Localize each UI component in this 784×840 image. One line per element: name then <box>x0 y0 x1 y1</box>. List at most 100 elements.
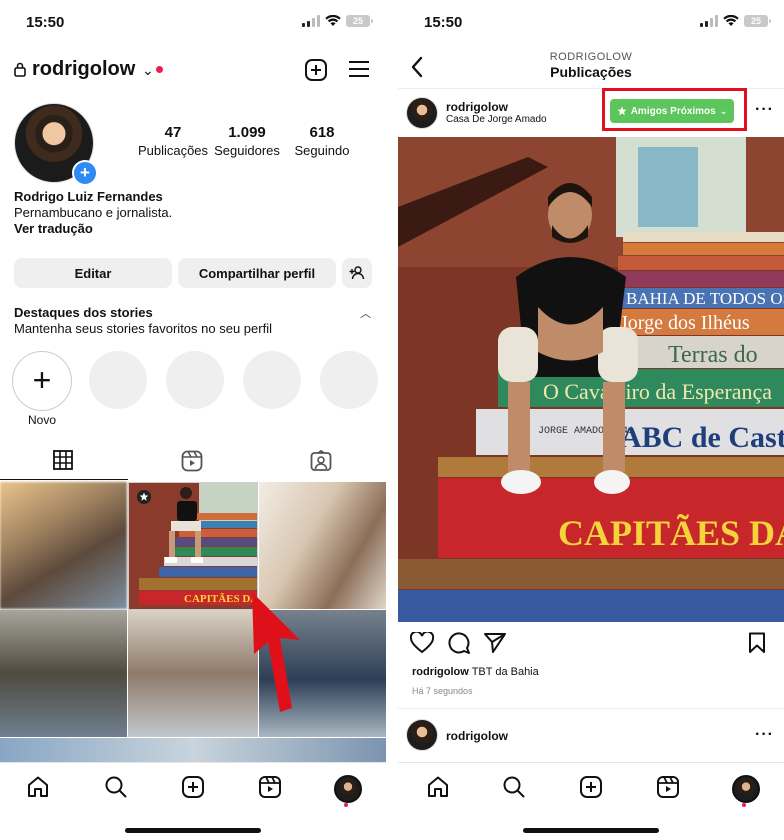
collapse-chevron-icon[interactable]: ︿ <box>360 305 371 321</box>
stat-posts-number: 47 <box>164 124 182 141</box>
post-location[interactable]: Casa De Jorge Amado <box>446 114 547 125</box>
caption-text: TBT da Bahia <box>471 666 539 678</box>
highlights-subtitle: Mantenha seus stories favoritos no seu p… <box>14 321 272 336</box>
battery-icon: 25 <box>744 15 771 27</box>
grid-tab-icon[interactable] <box>53 450 73 470</box>
close-friends-star-icon <box>137 490 151 504</box>
photo-step-text: ABC de Castro Alves <box>620 421 784 454</box>
stat-followers-label: Seguidores <box>214 143 280 158</box>
notification-dot <box>344 803 348 807</box>
share-profile-button[interactable]: Compartilhar perfil <box>178 258 336 288</box>
home-indicator <box>523 828 659 833</box>
caption-username[interactable]: rodrigolow <box>412 666 469 678</box>
profile-header: rodrigolow ⌄ <box>14 56 372 84</box>
bio-text: Pernambucano e jornalista. <box>14 205 173 220</box>
status-bar: 15:50 25 <box>398 0 784 44</box>
divider <box>398 708 784 709</box>
post-author-username[interactable]: rodrigolow <box>446 100 508 114</box>
photo-step-text: O Cavaleiro da Esperança <box>543 379 772 404</box>
highlight-placeholder <box>166 351 224 409</box>
post-thumbnail-highlighted[interactable]: CAPITÃES DA <box>128 482 258 610</box>
highlight-placeholder <box>89 351 147 409</box>
next-post-avatar[interactable] <box>406 719 438 751</box>
profile-tabs <box>0 446 386 478</box>
highlights-title: Destaques dos stories <box>14 305 153 320</box>
status-time: 15:50 <box>26 14 65 31</box>
profile-nav-avatar[interactable] <box>334 775 362 803</box>
post-photo[interactable]: BAHIA DE TODOS OS SANTOS Jorge dos Ilhéu… <box>398 137 784 622</box>
post-thumbnail-row[interactable] <box>0 738 386 762</box>
home-icon[interactable] <box>26 775 50 799</box>
photo-step-text: BAHIA DE TODOS OS SANTOS <box>626 289 784 308</box>
photo-step-text: CAPITÃES DA <box>558 513 784 553</box>
search-icon[interactable] <box>104 775 128 799</box>
create-icon[interactable] <box>579 775 603 799</box>
post-thumbnail[interactable] <box>0 610 127 737</box>
menu-icon[interactable] <box>348 58 370 80</box>
stat-following-label: Seguindo <box>294 143 350 158</box>
notification-dot <box>156 66 163 73</box>
signal-icon <box>302 15 320 27</box>
tagged-tab-icon[interactable] <box>310 450 332 472</box>
wifi-icon <box>723 15 739 26</box>
post-caption: rodrigolow TBT da Bahia <box>412 666 539 678</box>
create-icon[interactable] <box>181 775 205 799</box>
create-post-icon[interactable] <box>304 58 328 82</box>
see-translation-link[interactable]: Ver tradução <box>14 221 172 237</box>
add-story-icon[interactable]: + <box>72 160 98 186</box>
save-bookmark-icon[interactable] <box>748 632 766 654</box>
search-icon[interactable] <box>502 775 526 799</box>
profile-screen: 15:50 25 rodrigolow ⌄ + 47 Publicações 1… <box>0 0 386 840</box>
bottom-nav <box>398 762 784 840</box>
active-tab-indicator <box>0 479 128 480</box>
bio-section: Rodrigo Luiz Fernandes Pernambucano e jo… <box>14 189 172 237</box>
full-name: Rodrigo Luiz Fernandes <box>14 189 163 204</box>
stat-followers[interactable]: 1.099 Seguidores <box>207 124 287 158</box>
notification-dot <box>742 803 746 807</box>
screens-divider <box>386 0 398 840</box>
signal-icon <box>700 15 718 27</box>
battery-icon: 25 <box>346 15 373 27</box>
post-thumbnail[interactable] <box>128 610 258 737</box>
comment-icon[interactable] <box>448 632 470 654</box>
stat-followers-number: 1.099 <box>228 124 266 141</box>
more-options-icon[interactable]: ··· <box>755 101 774 119</box>
like-heart-icon[interactable] <box>410 632 434 654</box>
share-send-icon[interactable] <box>484 632 506 654</box>
post-author-avatar[interactable] <box>406 97 438 129</box>
photo-step-text: Jorge dos Ilhéus <box>620 312 750 334</box>
pointer-arrow-icon <box>252 592 300 712</box>
more-options-icon[interactable]: ··· <box>755 726 774 744</box>
chevron-down-icon[interactable]: ⌄ <box>142 62 154 79</box>
bottom-nav <box>0 762 386 840</box>
profile-nav-avatar[interactable] <box>732 775 760 803</box>
profile-username[interactable]: rodrigolow <box>32 58 135 81</box>
posts-grid: CAPITÃES DA <box>0 482 386 762</box>
reels-icon[interactable] <box>656 775 680 799</box>
post-photo-image: BAHIA DE TODOS OS SANTOS Jorge dos Ilhéu… <box>398 137 784 622</box>
stat-following-number: 618 <box>309 124 335 141</box>
status-bar: 15:50 25 <box>0 0 386 44</box>
highlight-annotation-box <box>602 88 747 131</box>
status-time: 15:50 <box>424 14 463 31</box>
add-person-icon <box>349 266 365 280</box>
stat-following[interactable]: 618 Seguindo <box>282 124 362 158</box>
discover-people-button[interactable] <box>342 258 372 288</box>
stat-posts[interactable]: 47 Publicações <box>133 124 213 158</box>
home-icon[interactable] <box>426 775 450 799</box>
post-thumbnail[interactable] <box>0 482 127 609</box>
post-timestamp: Há 7 segundos <box>412 686 473 696</box>
reels-icon[interactable] <box>258 775 282 799</box>
lock-icon <box>14 62 26 77</box>
highlight-placeholder <box>243 351 301 409</box>
stat-posts-label: Publicações <box>137 143 209 158</box>
post-screen: 15:50 25 RODRIGOLOW Publicações rodrigol… <box>398 0 784 840</box>
header-username: RODRIGOLOW <box>549 51 633 63</box>
page-title: Publicações <box>550 64 632 80</box>
reels-tab-icon[interactable] <box>181 450 203 472</box>
highlight-placeholder <box>320 351 378 409</box>
new-highlight-button[interactable]: + <box>12 351 72 411</box>
edit-profile-button[interactable]: Editar <box>14 258 172 288</box>
wifi-icon <box>325 15 341 26</box>
next-post-username[interactable]: rodrigolow <box>446 729 508 743</box>
